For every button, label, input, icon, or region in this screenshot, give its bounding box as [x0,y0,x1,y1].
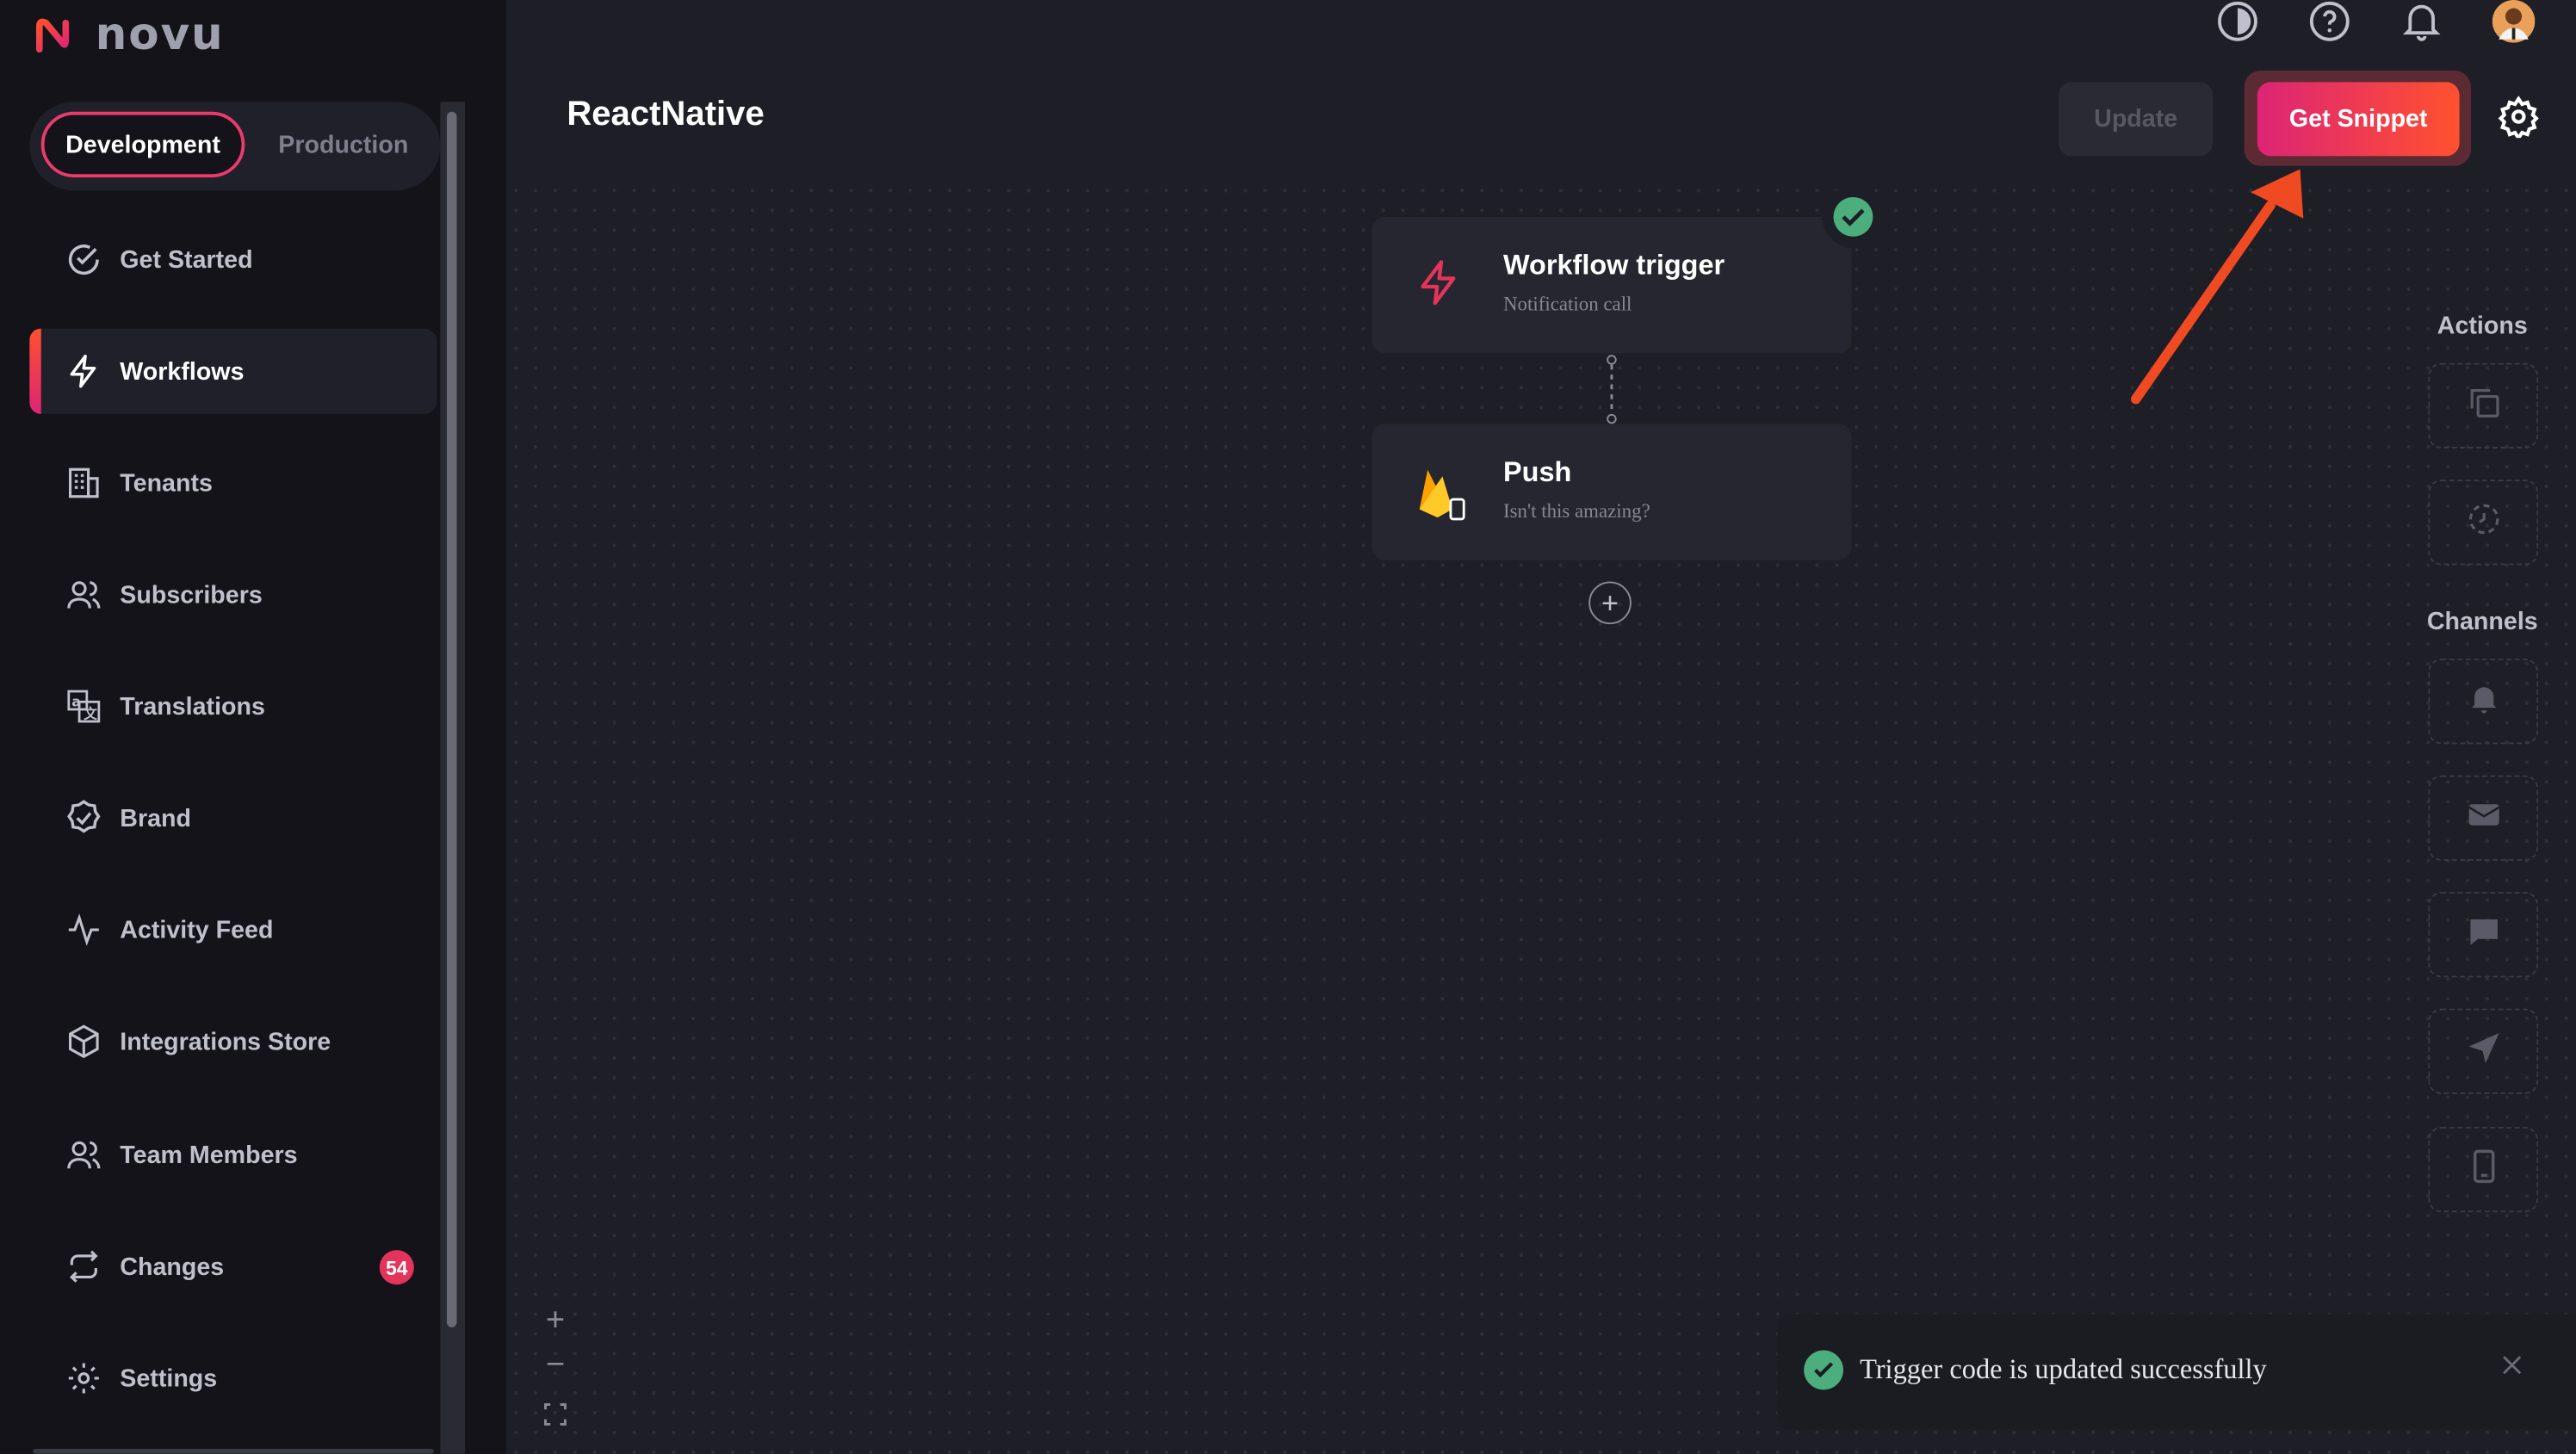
envelope-icon [2465,797,2501,838]
node-connector [1607,355,1617,424]
trigger-success-check-icon [1822,185,1885,249]
toast-message: Trigger code is updated successfully [1860,1353,2267,1385]
bell-icon [2467,679,2499,724]
zoom-in-icon[interactable]: + [539,1302,572,1340]
sidebar: novu Development Production Get Started … [0,0,506,1454]
sidebar-item-label: Workflows [120,357,245,386]
box-icon [64,1022,103,1061]
svg-text:文: 文 [84,706,97,722]
badge-check-icon [64,798,103,838]
push-step-node[interactable]: Push Isn't this amazing? [1372,424,1852,560]
sidebar-item-label: Subscribers [120,580,263,609]
activity-icon [64,910,103,950]
sidebar-item-workflows[interactable]: Workflows [29,328,437,414]
workflow-settings-gear-icon[interactable] [2497,96,2540,142]
sidebar-item-brand[interactable]: Brand [29,776,437,861]
novu-logo-icon [35,17,70,53]
sidebar-item-subscribers[interactable]: Subscribers [29,552,437,637]
check-circle-icon [64,240,103,280]
push-node-title: Push [1503,456,1572,488]
in-app-channel[interactable] [2428,659,2539,745]
firebase-push-icon [1415,463,1471,523]
copy-stack-icon [2465,384,2501,429]
notification-bell-icon[interactable] [2399,0,2444,43]
zoom-out-icon[interactable]: − [539,1347,572,1385]
chat-channel[interactable] [2428,892,2539,978]
delay-action[interactable] [2428,480,2539,566]
repeat-icon [64,1247,103,1286]
sidebar-item-settings[interactable]: Settings [29,1335,437,1420]
sidebar-item-label: Brand [120,804,192,832]
push-node-subtitle: Isn't this amazing? [1503,499,1650,523]
environment-switch[interactable]: Development Production [29,102,441,191]
sidebar-item-label: Get Started [120,245,253,274]
trigger-node-subtitle: Notification call [1503,292,1632,316]
success-toast: Trigger code is updated successfully [1777,1314,2576,1430]
update-button[interactable]: Update [2058,82,2214,157]
sidebar-item-team-members[interactable]: Team Members [29,1112,437,1197]
paper-plane-icon [2465,1029,2501,1073]
sidebar-item-label: Translations [120,692,265,721]
mobile-phone-icon [2470,1148,2497,1192]
svg-text:a: a [71,694,81,710]
sidebar-item-tenants[interactable]: Tenants [29,440,437,525]
sidebar-item-changes[interactable]: Changes 54 [29,1224,437,1309]
sidebar-item-get-started[interactable]: Get Started [29,217,437,302]
page-title: ReactNative [567,95,765,133]
trigger-node-title: Workflow trigger [1503,250,1725,282]
timer-icon [2465,500,2501,545]
sms-channel[interactable] [2428,1008,2539,1094]
sidebar-item-label: Changes [120,1253,225,1281]
channels-section-label: Channels [2426,608,2538,636]
users-icon [64,1135,103,1175]
changes-count-badge: 54 [379,1250,414,1285]
gear-icon [64,1358,103,1398]
sidebar-item-label: Tenants [120,468,213,498]
push-channel[interactable] [2428,1127,2539,1213]
add-step-button[interactable]: + [1588,581,1632,625]
annotation-arrow-icon [2130,169,2304,405]
logo[interactable]: novu [29,9,225,61]
sidebar-item-label: Integrations Store [120,1027,331,1056]
sidebar-item-label: Activity Feed [120,915,274,944]
building-icon [64,463,103,503]
fit-view-icon[interactable] [539,1398,572,1436]
workflow-trigger-node[interactable]: Workflow trigger Notification call [1372,216,1852,354]
users-icon [64,575,103,615]
help-icon[interactable] [2307,0,2352,43]
sidebar-scrollbar-thumb[interactable] [447,111,457,1327]
success-check-icon [1804,1350,1844,1390]
sidebar-item-activity-feed[interactable]: Activity Feed [29,887,437,972]
env-production-option[interactable]: Production [257,112,430,177]
sidebar-item-label: Team Members [120,1141,298,1169]
trigger-bolt-icon [1415,257,1471,316]
close-icon[interactable] [2500,1353,2527,1380]
theme-toggle-icon[interactable] [2214,0,2260,43]
bolt-icon [64,351,103,391]
sidebar-item-label: Settings [120,1364,218,1393]
get-snippet-button[interactable]: Get Snippet [2257,82,2460,157]
email-channel[interactable] [2428,775,2539,861]
chat-bubble-icon [2465,913,2501,957]
actions-section-label: Actions [2437,312,2528,340]
logo-text: novu [95,9,225,61]
user-avatar[interactable] [2491,0,2536,43]
sidebar-item-integrations-store[interactable]: Integrations Store [29,999,437,1084]
env-development-option[interactable]: Development [40,111,245,178]
sidebar-item-translations[interactable]: a文 Translations [29,664,437,749]
digest-action[interactable] [2428,362,2539,449]
translate-icon: a文 [64,687,103,727]
